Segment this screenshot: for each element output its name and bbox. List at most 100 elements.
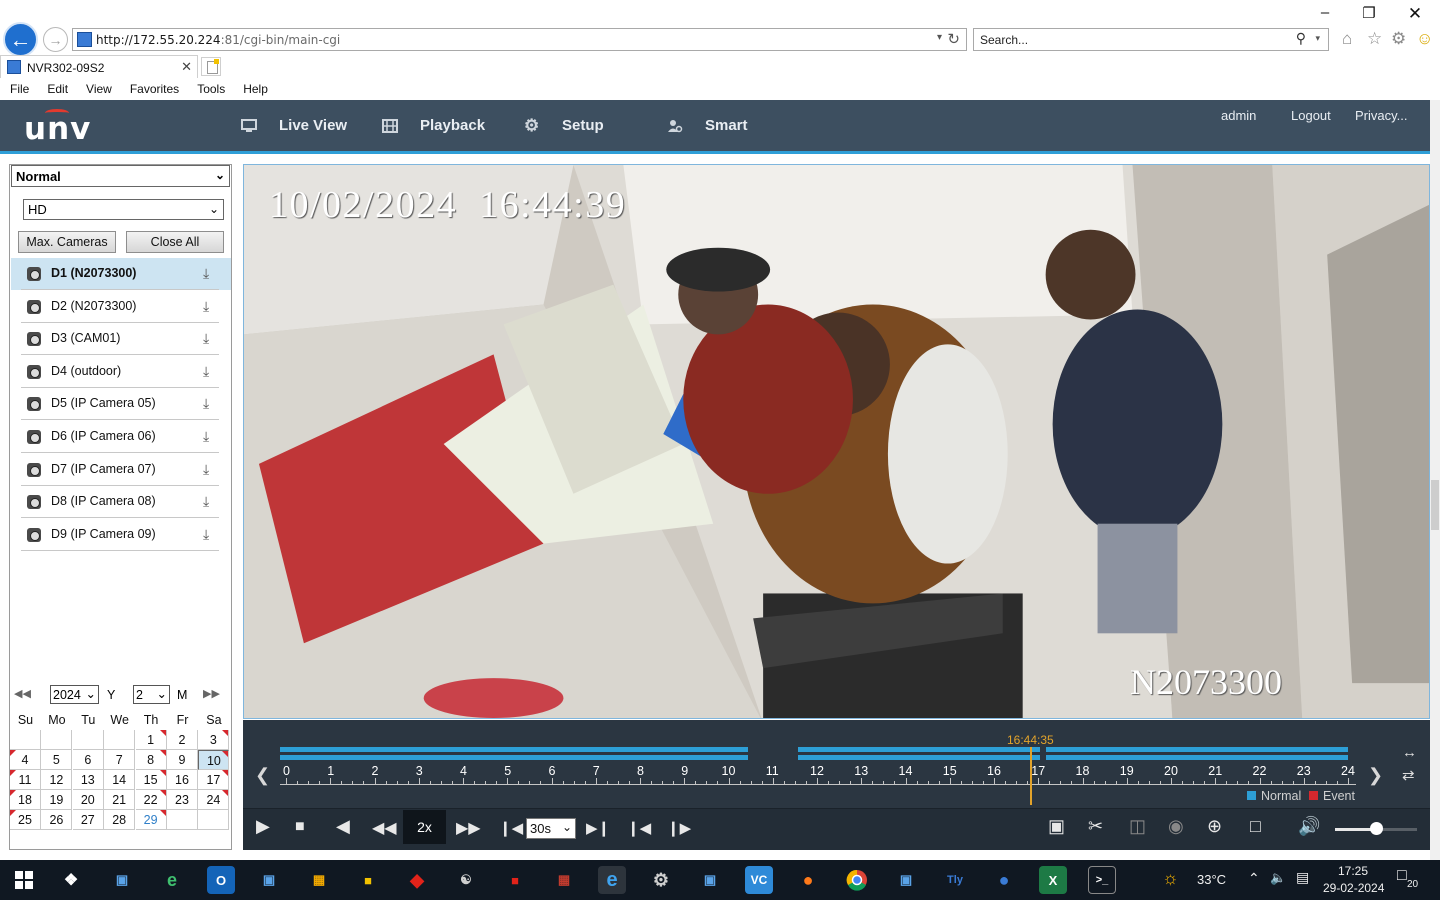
calendar-day[interactable]: 18: [10, 790, 41, 810]
stop-icon[interactable]: ■: [295, 818, 305, 836]
tray-chevron-up-icon[interactable]: ⌃: [1248, 870, 1260, 887]
zoom-in-timeline-icon[interactable]: ↔: [1402, 744, 1417, 761]
restore-button[interactable]: ❐: [1346, 4, 1392, 24]
terminal-icon[interactable]: >_: [1088, 866, 1116, 894]
network-tray-icon[interactable]: ▤: [1296, 869, 1309, 886]
nav-live-view[interactable]: Live View: [241, 100, 347, 151]
close-tab-icon[interactable]: ✕: [181, 59, 192, 75]
snapshot-camera-icon[interactable]: ▣: [1048, 816, 1065, 837]
red-app-icon[interactable]: ■: [501, 866, 529, 894]
skip-back-icon[interactable]: ❙◀: [499, 819, 523, 837]
calendar-day[interactable]: 26: [41, 810, 73, 830]
task-view-icon[interactable]: ❖: [57, 866, 85, 894]
outlook-icon[interactable]: O: [207, 866, 235, 894]
download-icon[interactable]: ⤓: [203, 395, 209, 412]
calendar-day[interactable]: 21: [104, 790, 136, 810]
favorites-star-icon[interactable]: ☆: [1367, 29, 1382, 49]
clock-date[interactable]: 29-02-2024: [1323, 881, 1384, 895]
volume-knob[interactable]: [1370, 822, 1383, 835]
file-explorer-window-icon[interactable]: ▣: [108, 866, 136, 894]
gear-icon[interactable]: ⚙: [1391, 29, 1406, 49]
search-dropdown-icon[interactable]: ▾: [1315, 33, 1320, 44]
calendar-day[interactable]: 24: [198, 790, 230, 810]
skip-forward-icon[interactable]: ▶❙: [586, 819, 610, 837]
menu-favorites[interactable]: Favorites: [120, 79, 187, 99]
close-all-button[interactable]: Close All: [126, 231, 224, 253]
save-disk-icon[interactable]: ◫: [1129, 816, 1146, 837]
calendar-day[interactable]: 25: [10, 810, 41, 830]
forward-button[interactable]: →: [43, 27, 68, 52]
nav-smart[interactable]: Smart: [667, 100, 748, 151]
skip-interval-select[interactable]: 30s ⌄: [526, 818, 576, 839]
ai-eye-icon[interactable]: ◉: [1168, 816, 1184, 837]
stream-select[interactable]: HD ⌄: [23, 199, 224, 220]
excel-icon[interactable]: X: [1039, 866, 1067, 894]
refresh-icon[interactable]: ↻: [947, 30, 960, 48]
vc-app-icon[interactable]: VC: [745, 866, 773, 894]
recording-segment[interactable]: [797, 755, 1041, 760]
download-icon[interactable]: ⤓: [203, 330, 209, 347]
menu-file[interactable]: File: [0, 79, 37, 99]
calendar-day[interactable]: 9: [167, 750, 198, 770]
menu-view[interactable]: View: [76, 79, 120, 99]
camera-item[interactable]: D5 (IP Camera 05) ⤓: [11, 388, 231, 421]
tally-prime-icon[interactable]: Tly: [941, 866, 969, 894]
speaker-tray-icon[interactable]: 🔈: [1270, 870, 1286, 886]
camera-item[interactable]: D3 (CAM01) ⤓: [11, 323, 231, 356]
weather-temp[interactable]: 33°C: [1197, 872, 1226, 887]
window2-app-icon[interactable]: ▣: [696, 866, 724, 894]
smiley-icon[interactable]: ☺: [1416, 29, 1433, 49]
notification-icon[interactable]: □: [1397, 867, 1407, 885]
anydesk-icon[interactable]: ◆: [403, 866, 431, 894]
roi-icon[interactable]: □: [1250, 816, 1261, 837]
calendar-day[interactable]: 27: [72, 810, 104, 830]
calendar-day[interactable]: 29: [135, 810, 167, 830]
network-tool-icon[interactable]: ☯: [452, 866, 480, 894]
reverse-play-icon[interactable]: ◀: [336, 816, 350, 837]
calendar-day[interactable]: 3: [198, 730, 230, 750]
logout-link[interactable]: Logout: [1291, 108, 1331, 123]
camera-item[interactable]: D7 (IP Camera 07) ⤓: [11, 454, 231, 486]
internet-explorer-icon[interactable]: e: [598, 866, 626, 894]
calendar-day[interactable]: 12: [41, 770, 73, 790]
download-icon[interactable]: ⤓: [203, 493, 209, 510]
search-icon[interactable]: ⚲: [1296, 30, 1306, 47]
recording-segment[interactable]: [280, 755, 749, 760]
timeline-left-arrow-icon[interactable]: ❮: [255, 765, 270, 786]
firefox-icon[interactable]: ●: [794, 866, 822, 894]
calendar-day[interactable]: 11: [10, 770, 41, 790]
camera-item[interactable]: D9 (IP Camera 09) ⤓: [11, 519, 231, 551]
recording-segment[interactable]: [1045, 755, 1348, 760]
calendar-day[interactable]: 19: [41, 790, 73, 810]
calendar-day[interactable]: 28: [104, 810, 136, 830]
timeline-cursor[interactable]: [1030, 747, 1032, 805]
back-button[interactable]: ←: [3, 22, 38, 57]
calendar-day[interactable]: 17: [198, 770, 230, 790]
browser-tab[interactable]: NVR302-09S2 ✕: [0, 55, 198, 78]
max-cameras-button[interactable]: Max. Cameras: [18, 231, 116, 253]
timeline-right-arrow-icon[interactable]: ❯: [1368, 765, 1383, 786]
calendar-day[interactable]: 6: [72, 750, 104, 770]
close-window-button[interactable]: ✕: [1392, 4, 1438, 24]
zoom-out-timeline-icon[interactable]: ⇄: [1402, 766, 1415, 784]
calendar-day[interactable]: 14: [104, 770, 136, 790]
nav-playback[interactable]: Playback: [362, 100, 504, 154]
settings-app-icon[interactable]: ⚙: [647, 866, 675, 894]
download-icon[interactable]: ⤓: [203, 428, 209, 445]
calendar-day[interactable]: 23: [167, 790, 198, 810]
menu-edit[interactable]: Edit: [37, 79, 76, 99]
search-input[interactable]: Search... ⚲ ▾: [973, 28, 1329, 51]
window3-app-icon[interactable]: ▣: [892, 866, 920, 894]
calendar-day[interactable]: 4: [10, 750, 41, 770]
prev-year-icon[interactable]: ◀◀: [14, 687, 31, 700]
calendar-day[interactable]: 13: [72, 770, 104, 790]
slow-down-icon[interactable]: ◀◀: [372, 818, 397, 838]
download-icon[interactable]: ⤓: [203, 298, 209, 315]
privacy-link[interactable]: Privacy...: [1355, 108, 1408, 123]
recording-segment[interactable]: [1045, 747, 1348, 752]
scrollbar-thumb[interactable]: [1431, 480, 1439, 530]
camera-item[interactable]: D8 (IP Camera 08) ⤓: [11, 486, 231, 519]
folder-icon[interactable]: ■: [354, 866, 382, 894]
volume-icon[interactable]: 🔊: [1298, 816, 1320, 837]
digital-zoom-icon[interactable]: ⊕: [1207, 816, 1222, 837]
